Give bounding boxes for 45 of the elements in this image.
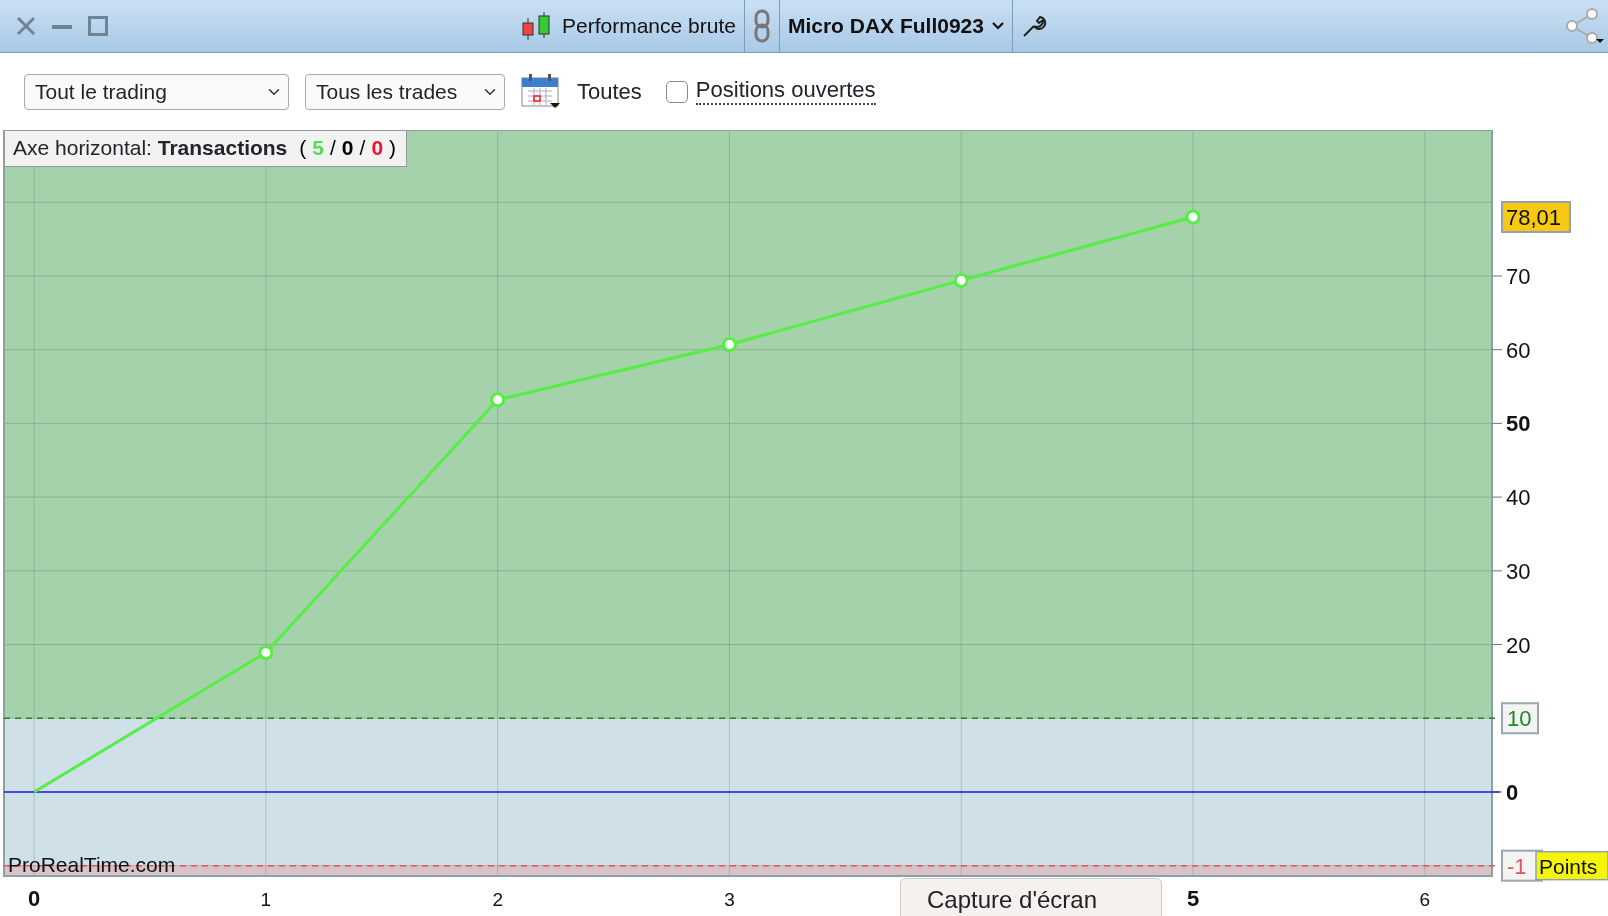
caret-icon[interactable]	[992, 22, 1004, 30]
x-axis-label: 3	[724, 889, 735, 910]
x-axis-label: 5	[1186, 886, 1200, 911]
count-text: (	[299, 136, 307, 159]
calendar-icon[interactable]	[521, 72, 561, 111]
count-text: 0	[341, 136, 354, 159]
axis-info-label: Axe horizontal: Transactions ( 5 / 0 / 0 )	[4, 130, 408, 167]
link-icon[interactable]	[752, 9, 771, 43]
y-axis-label: 40	[1506, 485, 1531, 511]
x-axis-label: 0	[28, 886, 41, 911]
data-point	[721, 337, 737, 352]
period-select[interactable]: Tout le trading	[24, 73, 289, 110]
last-value-tag: 78,01	[1501, 201, 1571, 233]
ref-line-label: 10	[1507, 706, 1532, 732]
share-icon[interactable]	[1564, 8, 1604, 44]
count-text: )	[389, 136, 397, 159]
count-text: 5	[312, 136, 324, 159]
data-point	[258, 645, 274, 661]
y-axis-label: 20	[1506, 632, 1531, 658]
window-title: Performance brute	[562, 13, 736, 40]
y-axis-label: 70	[1506, 263, 1531, 289]
close-icon[interactable]	[16, 16, 36, 36]
y-axis-label: 60	[1506, 337, 1531, 363]
data-point	[1185, 209, 1201, 225]
open-positions-link[interactable]: Positions ouvertes	[695, 78, 876, 105]
maximize-icon[interactable]	[88, 16, 108, 36]
data-point	[953, 272, 969, 288]
x-axis-label: 1	[260, 889, 272, 910]
trades-select[interactable]: Tous les trades	[305, 73, 505, 110]
reference-tag: 10	[1501, 702, 1539, 735]
y-axis-label: 30	[1506, 558, 1531, 584]
count-text: /	[359, 136, 366, 159]
x-axis-label: 6	[1419, 889, 1431, 910]
count-text: 0	[371, 136, 384, 159]
date-filter-label[interactable]: Toutes	[577, 75, 642, 108]
x-axis-label: 2	[492, 889, 503, 910]
y-axis-label: 50	[1506, 411, 1531, 437]
minimize-icon[interactable]	[52, 22, 72, 30]
data-point	[490, 392, 506, 408]
open-positions-checkbox[interactable]	[665, 80, 688, 103]
count-text: /	[330, 136, 336, 159]
instrument-selector[interactable]: Micro DAX Full0923	[787, 10, 984, 42]
source-label: ProRealTime.com	[8, 853, 176, 876]
tooltip: Capture d'écran	[900, 878, 1162, 916]
y-axis-label: 0	[1506, 779, 1519, 805]
